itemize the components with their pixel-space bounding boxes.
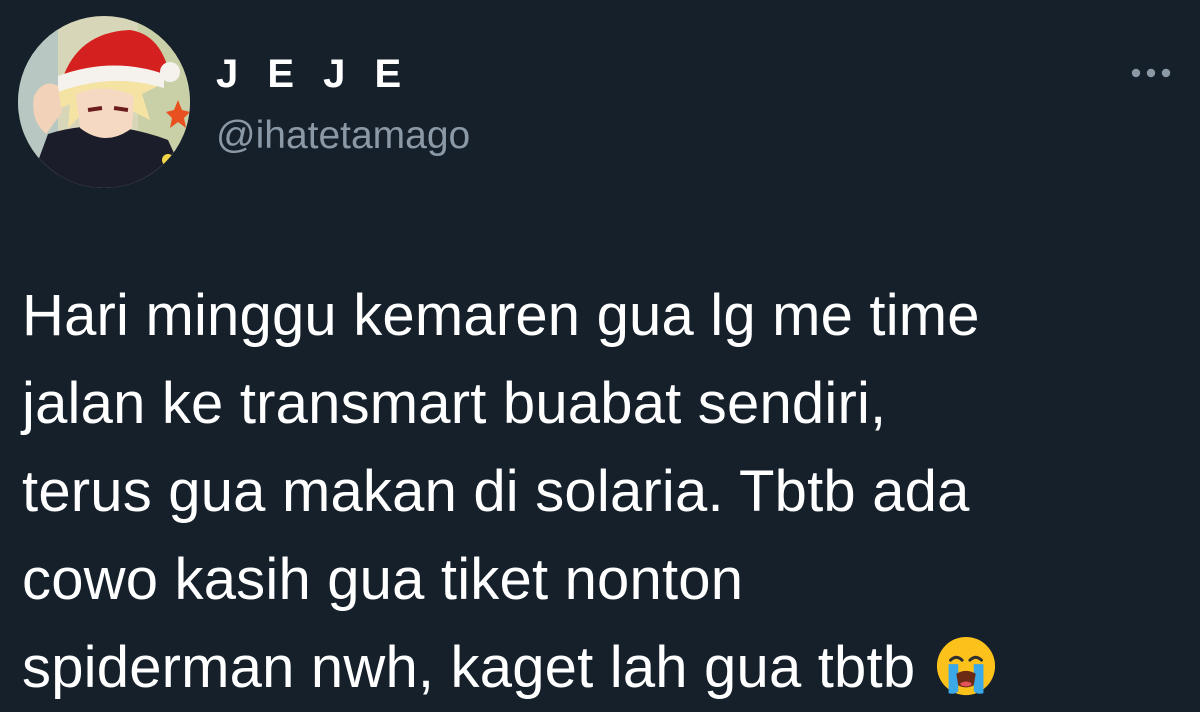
handle[interactable]: @ihatetamago	[216, 112, 470, 160]
tweet-text-line: jalan ke transmart buabat sendiri,	[22, 371, 887, 436]
tweet-text-line-last: spiderman nwh, kaget lah gua tbtb	[22, 624, 1192, 712]
tweet-text-line: spiderman nwh, kaget lah gua tbtb	[22, 635, 916, 700]
more-options-button[interactable]	[1126, 58, 1176, 88]
display-name[interactable]: J E J E	[216, 50, 410, 98]
avatar[interactable]	[18, 16, 190, 188]
tweet-text-line: cowo kasih gua tiket nonton	[22, 547, 744, 612]
tweet-text-line: terus gua makan di solaria. Tbtb ada	[22, 459, 970, 524]
more-options-icon	[1131, 68, 1171, 78]
tweet: J E J E @ihatetamago Hari minggu kemaren…	[0, 0, 1200, 711]
tweet-text-line: Hari minggu kemaren gua lg me time	[22, 283, 980, 348]
tweet-text: Hari minggu kemaren gua lg me time jalan…	[22, 272, 1192, 712]
avatar-icon	[18, 16, 190, 188]
loudly-crying-face-icon	[935, 635, 997, 697]
